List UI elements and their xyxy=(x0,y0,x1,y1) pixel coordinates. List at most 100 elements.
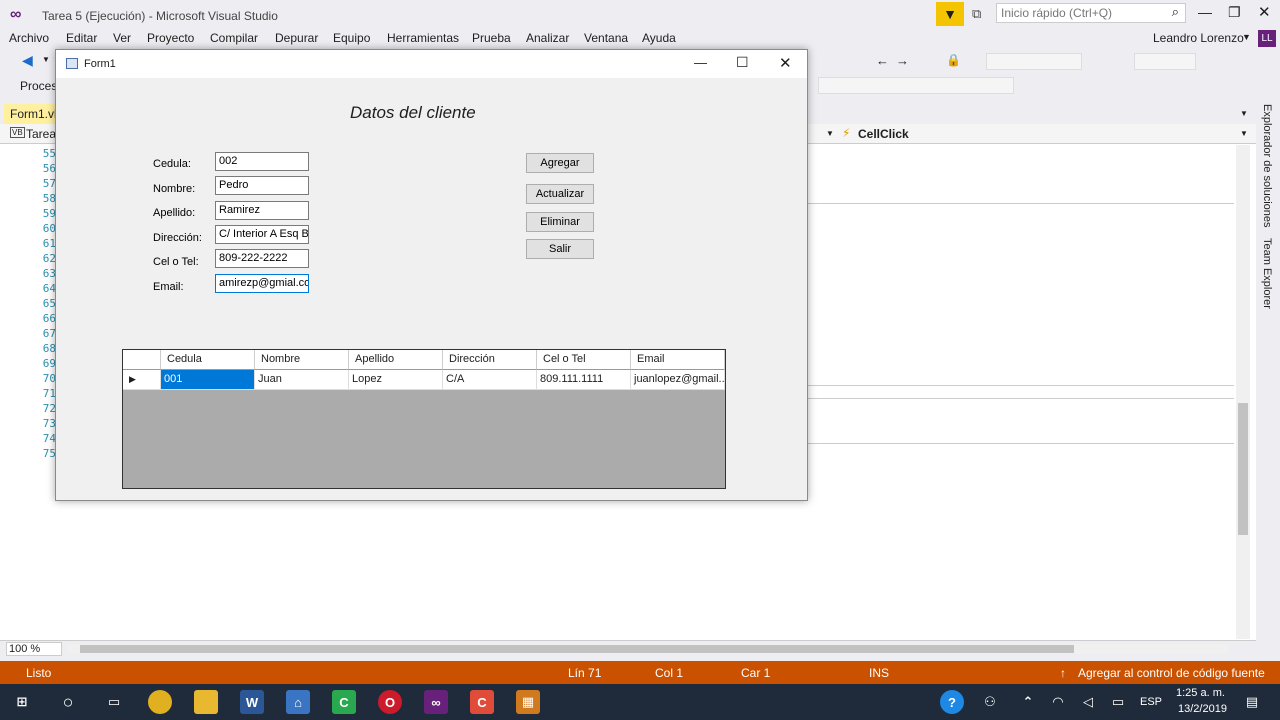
battery-icon[interactable]: ▭ xyxy=(1106,690,1130,714)
label-email: Email: xyxy=(153,281,184,293)
quick-launch-input[interactable]: Inicio rápido (Ctrl+Q) ⌕ xyxy=(996,3,1186,23)
grid-row-header[interactable]: ▶ xyxy=(123,370,161,390)
scrollbar-thumb[interactable] xyxy=(80,645,1074,653)
grid-header-email[interactable]: Email xyxy=(631,350,725,370)
zoom-dropdown[interactable]: 100 % xyxy=(6,642,62,656)
email-input[interactable]: amirezp@gmial.com xyxy=(215,274,309,293)
menu-analizar[interactable]: Analizar xyxy=(526,31,569,45)
user-name[interactable]: Leandro Lorenzo xyxy=(1153,31,1244,45)
minimize-button[interactable]: — xyxy=(1198,4,1212,20)
grid-header-nombre[interactable]: Nombre xyxy=(255,350,349,370)
menu-herramientas[interactable]: Herramientas xyxy=(387,31,459,45)
help-icon[interactable]: ? xyxy=(940,690,964,714)
grid-cell-nombre[interactable]: Juan xyxy=(255,370,349,390)
menu-editar[interactable]: Editar xyxy=(66,31,97,45)
scrollbar-thumb[interactable] xyxy=(1238,403,1248,535)
grid-header-apellido[interactable]: Apellido xyxy=(349,350,443,370)
grid-cell-direccion[interactable]: C/A xyxy=(443,370,537,390)
toolbar-dropdown[interactable] xyxy=(1134,53,1196,70)
opera-icon[interactable]: O xyxy=(378,690,402,714)
feedback-icon[interactable]: ⧉ xyxy=(972,6,981,22)
chevron-down-icon[interactable]: ▼ xyxy=(42,55,50,64)
navigate-back-icon[interactable]: ← xyxy=(876,53,889,68)
camtasia-recorder-icon[interactable]: C xyxy=(470,690,494,714)
source-control-button[interactable]: Agregar al control de código fuente xyxy=(1078,666,1265,680)
input-language[interactable]: ESP xyxy=(1140,696,1162,708)
chevron-down-icon[interactable]: ▼ xyxy=(1240,109,1248,118)
status-bar: Listo Lín 71 Col 1 Car 1 INS ↑ Agregar a… xyxy=(0,661,1280,684)
menu-proyecto[interactable]: Proyecto xyxy=(147,31,194,45)
menu-equipo[interactable]: Equipo xyxy=(333,31,370,45)
word-icon[interactable]: W xyxy=(240,690,264,714)
grid-cell-cedula[interactable]: 001 xyxy=(161,370,255,390)
form-minimize-button[interactable]: — xyxy=(694,55,707,70)
nombre-input[interactable]: Pedro xyxy=(215,176,309,195)
menu-prueba[interactable]: Prueba xyxy=(472,31,511,45)
people-icon[interactable]: ⚇ xyxy=(978,690,1002,714)
agregar-button[interactable]: Agregar xyxy=(526,153,594,173)
search-circle-icon[interactable]: ○ xyxy=(56,690,80,714)
chevron-down-icon[interactable]: ▼ xyxy=(826,129,834,138)
toolbar-dropdown[interactable] xyxy=(986,53,1082,70)
salir-button[interactable]: Salir xyxy=(526,239,594,259)
windows-start-icon[interactable]: ⊞ xyxy=(10,690,34,714)
line-number: 69 xyxy=(42,357,56,370)
code-divider xyxy=(808,203,1234,204)
tab-team-explorer[interactable]: Team Explorer xyxy=(1261,238,1273,309)
form-maximize-button[interactable]: ☐ xyxy=(736,54,749,71)
nav-project-dropdown[interactable]: Tarea xyxy=(26,127,56,141)
menu-depurar[interactable]: Depurar xyxy=(275,31,318,45)
chevron-up-icon[interactable]: ⌃ xyxy=(1016,690,1040,714)
process-label: Proces xyxy=(20,79,58,93)
menu-archivo[interactable]: Archivo xyxy=(9,31,49,45)
horizontal-scrollbar[interactable] xyxy=(68,644,1228,654)
eliminar-button[interactable]: Eliminar xyxy=(526,212,594,232)
lock-icon[interactable]: 🔒 xyxy=(946,53,961,67)
menu-ver[interactable]: Ver xyxy=(113,31,131,45)
file-explorer-icon[interactable] xyxy=(194,690,218,714)
line-number: 68 xyxy=(42,342,56,355)
menu-ventana[interactable]: Ventana xyxy=(584,31,628,45)
form-app-icon[interactable]: ▦ xyxy=(516,690,540,714)
chrome-icon[interactable] xyxy=(148,690,172,714)
cedula-input[interactable]: 002 xyxy=(215,152,309,171)
task-view-icon[interactable]: ▭ xyxy=(102,690,126,714)
store-icon[interactable]: ⌂ xyxy=(286,690,310,714)
menu-ayuda[interactable]: Ayuda xyxy=(642,31,676,45)
navigate-back-icon[interactable]: ◀ xyxy=(22,52,33,69)
restore-button[interactable]: ❐ xyxy=(1228,4,1241,21)
direccion-input[interactable]: C/ Interior A Esq B xyxy=(215,225,309,244)
clock-date[interactable]: 13/2/2019 xyxy=(1178,703,1227,715)
volume-icon[interactable]: ◁ xyxy=(1076,690,1100,714)
filter-icon[interactable]: ▼ xyxy=(936,2,964,26)
wifi-icon[interactable]: ◠ xyxy=(1046,690,1070,714)
line-number: 75 xyxy=(42,447,56,460)
navigate-forward-icon[interactable]: → xyxy=(896,53,909,68)
actualizar-button[interactable]: Actualizar xyxy=(526,184,594,204)
clock-time[interactable]: 1:25 a. m. xyxy=(1176,687,1225,699)
grid-cell-email[interactable]: juanlopez@gmail.... xyxy=(631,370,725,390)
nav-event-dropdown[interactable]: CellClick xyxy=(858,127,909,141)
label-cedula: Cedula: xyxy=(153,158,191,170)
grid-header-cedula[interactable]: Cedula xyxy=(161,350,255,370)
grid-header-direccion[interactable]: Dirección xyxy=(443,350,537,370)
visual-studio-icon[interactable]: ∞ xyxy=(424,690,448,714)
close-button[interactable]: ✕ xyxy=(1258,3,1271,21)
chevron-down-icon[interactable]: ▼ xyxy=(1242,32,1251,42)
form-close-button[interactable]: ✕ xyxy=(779,54,792,72)
camtasia-icon[interactable]: C xyxy=(332,690,356,714)
menu-compilar[interactable]: Compilar xyxy=(210,31,258,45)
chevron-down-icon[interactable]: ▼ xyxy=(1240,129,1248,138)
cel-tel-input[interactable]: 809-222-2222 xyxy=(215,249,309,268)
grid-header-cel-tel[interactable]: Cel o Tel xyxy=(537,350,631,370)
tab-solution-explorer[interactable]: Explorador de soluciones xyxy=(1261,104,1273,228)
apellido-input[interactable]: Ramirez xyxy=(215,201,309,220)
toolbar-dropdown[interactable] xyxy=(818,77,1014,94)
user-avatar[interactable]: LL xyxy=(1258,30,1276,47)
vertical-scrollbar[interactable] xyxy=(1236,145,1250,639)
notifications-icon[interactable]: ▤ xyxy=(1240,690,1264,714)
grid-cell-cel-tel[interactable]: 809.111.1111 xyxy=(537,370,631,390)
clientes-datagrid[interactable]: Cedula Nombre Apellido Dirección Cel o T… xyxy=(122,349,726,489)
status-insert-mode: INS xyxy=(869,666,890,680)
grid-cell-apellido[interactable]: Lopez xyxy=(349,370,443,390)
